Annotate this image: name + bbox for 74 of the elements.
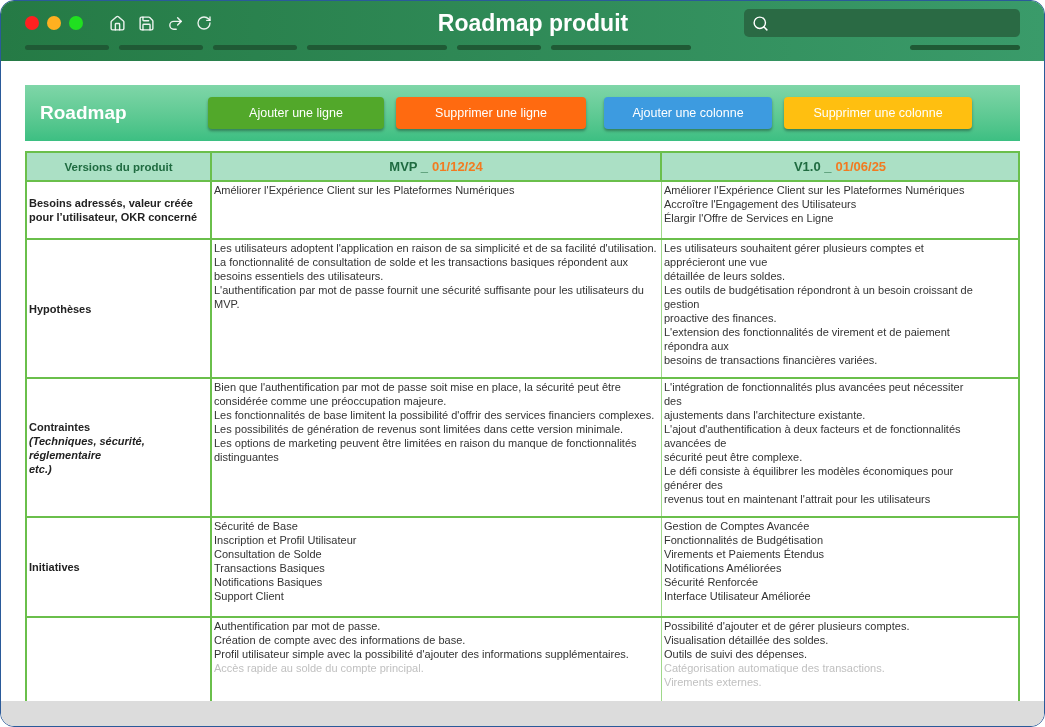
save-icon[interactable] bbox=[138, 14, 155, 32]
cell-text: gestion bbox=[664, 297, 701, 311]
cell-text: Le défi consiste à équilibrer les modèles économiques pour bbox=[664, 464, 955, 478]
window-title: Roadmap produit bbox=[437, 8, 629, 38]
cell-text: Virements externes. bbox=[664, 675, 763, 689]
cell-text: Notifications Améliorées bbox=[664, 561, 783, 575]
cell-text: Améliorer l'Expérience Client sur les Plateformes Numériques bbox=[214, 183, 516, 197]
cell-text: Les options de marketing peuvent être limitées en raison du manque de fonctionnalités distinguantes bbox=[214, 436, 638, 464]
cell-text: Les utilisateurs adoptent l'application en raison de sa simplicité et de sa facilité d'utilisation. bbox=[214, 241, 658, 255]
date-label: 01/12/24 bbox=[432, 159, 483, 174]
cell-text: répondra aux bbox=[664, 339, 730, 353]
search-icon bbox=[752, 14, 769, 32]
date-label: 01/06/25 bbox=[835, 159, 887, 174]
row-label: Contraintes bbox=[29, 419, 92, 434]
version-label: V1.0 _ bbox=[793, 159, 832, 174]
cell-text: Possibilité d'ajouter et de gérer plusieurs comptes. bbox=[664, 619, 911, 633]
cell-text: Les fonctionnalités de base limitent la possibilité d'offrir des services financiers complexes. bbox=[214, 408, 656, 422]
cell-text: générer des bbox=[664, 478, 724, 492]
row-label: etc.) bbox=[29, 461, 53, 476]
refresh-icon[interactable] bbox=[196, 14, 212, 31]
cell-text: Accès rapide au solde du compte principal. bbox=[214, 661, 425, 675]
cell-text: Notifications Basiques bbox=[214, 575, 324, 589]
row-label: Hypothèses bbox=[29, 301, 93, 316]
cell-text: Améliorer l'Expérience Client sur les Plateformes Numériques bbox=[664, 183, 966, 197]
cell-text: ajustements dans l'architecture existante. bbox=[664, 408, 867, 422]
cell-text: Accroître l'Engagement des Utilisateurs bbox=[664, 197, 858, 211]
cell-text: Authentification par mot de passe. bbox=[214, 619, 382, 633]
cell-text: L'extension des fonctionnalités de virement et de paiement bbox=[664, 325, 951, 339]
cell-text: Visualisation détaillée des soldes. bbox=[664, 633, 830, 647]
cell-text: avancées de bbox=[664, 436, 728, 450]
cell-text: Gestion de Comptes Avancée bbox=[664, 519, 811, 533]
search-field[interactable] bbox=[744, 9, 1020, 37]
cell-text: Consultation de Solde bbox=[214, 547, 323, 561]
cell-text: Fonctionnalités de Budgétisation bbox=[664, 533, 824, 547]
cell-text: Élargir l'Offre de Services en Ligne bbox=[664, 211, 835, 225]
cell-text: Sécurité Renforcée bbox=[664, 575, 760, 589]
row-label: Besoins adressés, valeur créée pour l’utilisateur, OKR concerné bbox=[29, 196, 199, 224]
column-header: Versions du produit bbox=[64, 159, 173, 174]
toolbar-button[interactable]: Supprimer une colonne bbox=[784, 97, 972, 129]
cell-text: Outils de suivi des dépenses. bbox=[664, 647, 809, 661]
redo-icon[interactable] bbox=[167, 14, 184, 32]
cell-text: La fonctionnalité de consultation de solde et les transactions basiques répondent aux besoins essentiels des utilisateurs. bbox=[214, 255, 629, 283]
toolbar-button[interactable]: Supprimer une ligne bbox=[396, 97, 586, 129]
cell-text: L'intégration de fonctionnalités plus avancées peut nécessiter bbox=[664, 380, 965, 394]
cell-text: Virements et Paiements Étendus bbox=[664, 547, 825, 561]
cell-text: Support Client bbox=[214, 589, 285, 603]
row-label: réglementaire bbox=[29, 447, 103, 462]
toolbar-button[interactable]: Ajouter une ligne bbox=[208, 97, 384, 129]
cell-text: des bbox=[664, 394, 683, 408]
cell-text: Interface Utilisateur Améliorée bbox=[664, 589, 812, 603]
cell-text: L'authentification par mot de passe fournit une sécurité suffisante pour les utilisateurs du MVP. bbox=[214, 283, 645, 311]
cell-text: Création de compte avec des informations de base. bbox=[214, 633, 467, 647]
cell-text: proactive des finances. bbox=[664, 311, 778, 325]
cell-text: Transactions Basiques bbox=[214, 561, 326, 575]
toolbar-button[interactable]: Ajouter une colonne bbox=[604, 97, 772, 129]
cell-text: L'ajout d'authentification à deux facteurs et de fonctionnalités bbox=[664, 422, 962, 436]
cell-text: Inscription et Profil Utilisateur bbox=[214, 533, 358, 547]
cell-text: Les outils de budgétisation répondront à un besoin croissant de bbox=[664, 283, 974, 297]
version-label: MVP _ bbox=[389, 159, 429, 174]
cell-text: Profil utilisateur simple avec la possibilité d'ajouter des informations supplémentaires. bbox=[214, 647, 630, 661]
row-label: Initiatives bbox=[29, 560, 81, 574]
cell-text: Catégorisation automatique des transactions. bbox=[664, 661, 886, 675]
cell-text: Les utilisateurs souhaitent gérer plusieurs comptes et bbox=[664, 241, 925, 255]
cell-text: revenus tout en maintenant l'attrait pour les utilisateurs bbox=[664, 492, 932, 506]
cell-text: besoins de transactions financières variées. bbox=[664, 353, 879, 367]
cell-text: détaillée de leurs soldes. bbox=[664, 269, 787, 283]
sheet-title: Roadmap bbox=[40, 100, 128, 125]
cell-text: sécurité peut être complexe. bbox=[664, 450, 804, 464]
cell-text: apprécieront une vue bbox=[664, 255, 769, 269]
row-label: (Techniques, sécurité, bbox=[29, 433, 146, 448]
home-icon[interactable] bbox=[109, 14, 126, 32]
cell-text: Sécurité de Base bbox=[214, 519, 299, 533]
cell-text: Les possibilités de génération de revenus sont limitées dans cette version minimale. bbox=[214, 422, 625, 436]
cell-text: Bien que l'authentification par mot de passe soit mise en place, la sécurité peut être considérée comme une préoccupation majeure. bbox=[214, 380, 622, 408]
